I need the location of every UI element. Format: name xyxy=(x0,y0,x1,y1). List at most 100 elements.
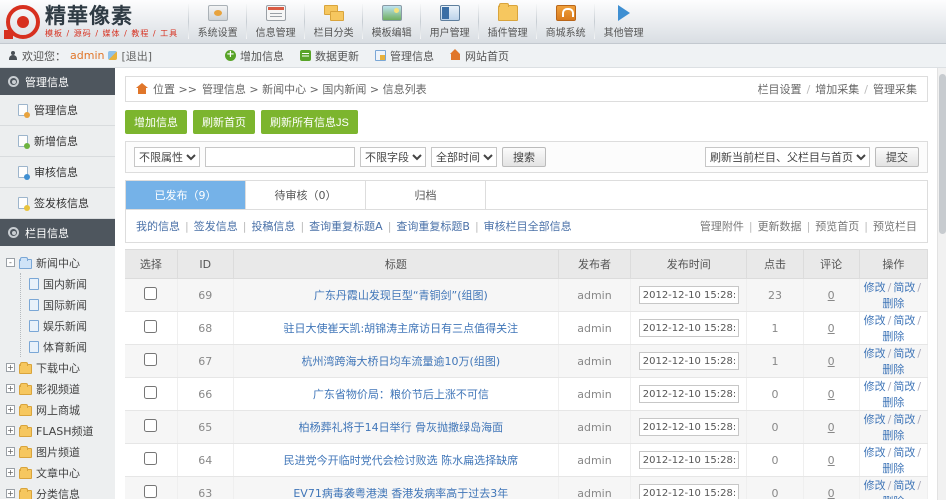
expand-icon[interactable]: + xyxy=(6,468,15,477)
quick-filter-link[interactable]: 签发信息 xyxy=(194,220,238,233)
row-action-edit[interactable]: 修改 xyxy=(864,281,886,294)
row-action-delete[interactable]: 删除 xyxy=(882,396,904,409)
scrollbar-thumb[interactable] xyxy=(939,74,946,234)
publish-time-input[interactable] xyxy=(638,418,739,436)
title-link[interactable]: 广东省物价局：粮价节后上涨不可信 xyxy=(313,388,489,401)
row-action-quick-edit[interactable]: 简改 xyxy=(893,380,915,393)
quicklink-1[interactable]: 增加信息 xyxy=(225,48,284,64)
toolbar-item-2[interactable]: 信息管理 xyxy=(247,0,304,43)
collapse-icon[interactable]: - xyxy=(6,258,15,267)
title-link[interactable]: 广东丹霞山发现巨型“青铜剑”(组图) xyxy=(314,289,488,302)
tree-node-collapsed[interactable]: + 文章中心 xyxy=(6,462,115,483)
refresh-scope-select[interactable]: 刷新当前栏目、父栏目与首页 xyxy=(705,147,870,167)
attribute-select[interactable]: 不限属性 xyxy=(134,147,200,167)
quick-filter-link[interactable]: 我的信息 xyxy=(136,220,180,233)
vertical-scrollbar[interactable] xyxy=(937,68,946,500)
tree-node-collapsed[interactable]: + 图片频道 xyxy=(6,441,115,462)
row-action-edit[interactable]: 修改 xyxy=(864,314,886,327)
comment-count-link[interactable]: 0 xyxy=(828,322,835,335)
row-checkbox[interactable] xyxy=(144,287,158,300)
utility-link[interactable]: 预览栏目 xyxy=(873,220,917,233)
row-action-delete[interactable]: 删除 xyxy=(882,330,904,343)
quicklink-2[interactable]: 数据更新 xyxy=(300,48,359,64)
row-action-edit[interactable]: 修改 xyxy=(864,413,886,426)
tree-node-collapsed[interactable]: + 分类信息 xyxy=(6,483,115,499)
tree-leaf[interactable]: 体育新闻 xyxy=(21,336,115,357)
keyword-input[interactable] xyxy=(205,147,355,167)
title-link[interactable]: 柏杨葬礼将于14日举行 骨灰抛撒绿岛海面 xyxy=(299,421,504,434)
breadcrumb-right-link[interactable]: 管理采集 xyxy=(873,83,917,96)
quick-filter-link[interactable]: 投稿信息 xyxy=(251,220,295,233)
sidebar-item-3[interactable]: 审核信息 xyxy=(0,157,115,188)
row-action-quick-edit[interactable]: 简改 xyxy=(893,413,915,426)
tree-node-collapsed[interactable]: + FLASH频道 xyxy=(6,420,115,441)
logout-link[interactable]: [退出] xyxy=(121,48,152,64)
comment-count-link[interactable]: 0 xyxy=(828,421,835,434)
toolbar-item-8[interactable]: 其他管理 xyxy=(595,0,652,43)
quicklink-4[interactable]: 网站首页 xyxy=(450,48,509,64)
expand-icon[interactable]: + xyxy=(6,405,15,414)
row-action-quick-edit[interactable]: 简改 xyxy=(893,314,915,327)
time-select[interactable]: 全部时间 xyxy=(431,147,497,167)
tree-node-collapsed[interactable]: + 影视频道 xyxy=(6,378,115,399)
comment-count-link[interactable]: 0 xyxy=(828,454,835,467)
green-action-button-2[interactable]: 刷新首页 xyxy=(193,110,255,134)
expand-icon[interactable]: + xyxy=(6,447,15,456)
quick-filter-link[interactable]: 查询重复标题B xyxy=(396,220,470,233)
comment-count-link[interactable]: 0 xyxy=(828,388,835,401)
comment-count-link[interactable]: 0 xyxy=(828,487,835,500)
expand-icon[interactable]: + xyxy=(6,363,15,372)
row-checkbox[interactable] xyxy=(144,386,158,399)
tree-node-collapsed[interactable]: + 下载中心 xyxy=(6,357,115,378)
row-checkbox[interactable] xyxy=(144,320,158,333)
toolbar-item-4[interactable]: 模板编辑 xyxy=(363,0,420,43)
publish-time-input[interactable] xyxy=(638,319,739,337)
publish-time-input[interactable] xyxy=(638,352,739,370)
tree-leaf[interactable]: 国际新闻 xyxy=(21,294,115,315)
breadcrumb-right-link[interactable]: 栏目设置 xyxy=(758,83,802,96)
wrench-icon[interactable] xyxy=(108,51,118,60)
row-action-quick-edit[interactable]: 简改 xyxy=(893,479,915,492)
toolbar-item-7[interactable]: 商城系统 xyxy=(537,0,594,43)
row-action-edit[interactable]: 修改 xyxy=(864,446,886,459)
toolbar-item-5[interactable]: 用户管理 xyxy=(421,0,478,43)
expand-icon[interactable]: + xyxy=(6,384,15,393)
search-button[interactable]: 搜索 xyxy=(502,147,546,167)
utility-link[interactable]: 预览首页 xyxy=(815,220,859,233)
toolbar-item-3[interactable]: 栏目分类 xyxy=(305,0,362,43)
toolbar-item-6[interactable]: 插件管理 xyxy=(479,0,536,43)
tab-2[interactable]: 待审核（0） xyxy=(246,181,366,209)
tree-leaf[interactable]: 娱乐新闻 xyxy=(21,315,115,336)
row-action-edit[interactable]: 修改 xyxy=(864,380,886,393)
green-action-button-1[interactable]: 增加信息 xyxy=(125,110,187,134)
sidebar-item-2[interactable]: 新增信息 xyxy=(0,126,115,157)
comment-count-link[interactable]: 0 xyxy=(828,289,835,302)
tree-node-expanded[interactable]: - 新闻中心 xyxy=(6,252,115,273)
utility-link[interactable]: 更新数据 xyxy=(758,220,802,233)
row-action-edit[interactable]: 修改 xyxy=(864,347,886,360)
row-checkbox[interactable] xyxy=(144,452,158,465)
row-checkbox[interactable] xyxy=(144,419,158,432)
expand-icon[interactable]: + xyxy=(6,426,15,435)
row-action-quick-edit[interactable]: 简改 xyxy=(893,281,915,294)
quicklink-3[interactable]: 管理信息 xyxy=(375,48,434,64)
tree-node-collapsed[interactable]: + 网上商城 xyxy=(6,399,115,420)
row-action-delete[interactable]: 删除 xyxy=(882,363,904,376)
row-action-quick-edit[interactable]: 简改 xyxy=(893,347,915,360)
title-link[interactable]: 驻日大使崔天凯:胡锦涛主席访日有三点值得关注 xyxy=(283,322,518,335)
tab-1[interactable]: 已发布（9） xyxy=(126,181,246,209)
publish-time-input[interactable] xyxy=(638,385,739,403)
sidebar-item-1[interactable]: 管理信息 xyxy=(0,95,115,126)
row-action-edit[interactable]: 修改 xyxy=(864,479,886,492)
row-action-delete[interactable]: 删除 xyxy=(882,429,904,442)
row-action-delete[interactable]: 删除 xyxy=(882,462,904,475)
breadcrumb-right-link[interactable]: 增加采集 xyxy=(815,83,859,96)
row-action-delete[interactable]: 删除 xyxy=(882,495,904,499)
utility-link[interactable]: 管理附件 xyxy=(700,220,744,233)
submit-button[interactable]: 提交 xyxy=(875,147,919,167)
tab-3[interactable]: 归档 xyxy=(366,181,486,209)
title-link[interactable]: 杭州湾跨海大桥日均车流量逾10万(组图) xyxy=(302,355,501,368)
expand-icon[interactable]: + xyxy=(6,489,15,498)
title-link[interactable]: 民进党今开临时党代会检讨败选 陈水扁选择缺席 xyxy=(284,454,519,467)
quick-filter-link[interactable]: 查询重复标题A xyxy=(309,220,383,233)
